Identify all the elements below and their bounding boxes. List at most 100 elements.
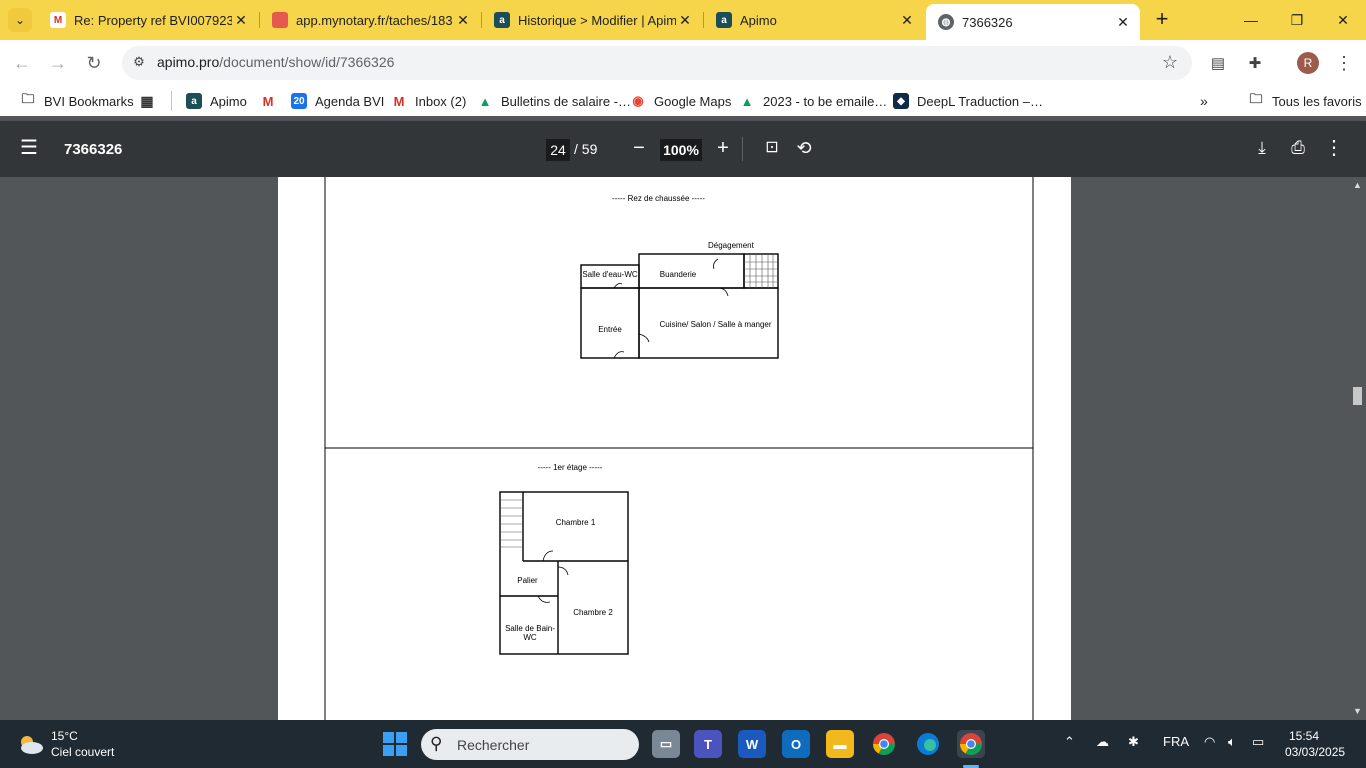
bookmark-bvi[interactable]: 🗀 BVI Bookmarks (20, 91, 133, 111)
close-icon[interactable]: ✕ (898, 12, 916, 29)
chrome-icon[interactable] (870, 730, 898, 758)
file-explorer-icon[interactable]: ▬ (826, 730, 854, 758)
download-icon: ⤓ (1258, 138, 1266, 157)
url-host: apimo.pro (157, 54, 220, 70)
profile-avatar[interactable]: R (1297, 52, 1319, 74)
room-label: Chambre 2 (573, 608, 613, 617)
menu-icon[interactable]: ☰ (20, 137, 44, 161)
bookmark-2023[interactable]: ▲ 2023 - to be emaile… (739, 91, 888, 111)
browser-toolbar: ← → ↻ ⚙ apimo.pro/document/show/id/73663… (0, 40, 1366, 86)
cloud-icon[interactable] (16, 732, 44, 756)
close-icon[interactable]: ✕ (676, 12, 694, 29)
bookmark-inbox[interactable]: M Inbox (2) (391, 91, 467, 111)
bookmark-maps[interactable]: ◉ Google Maps (630, 91, 731, 111)
tab-apimo[interactable]: a Apimo ✕ (704, 4, 924, 36)
weather-temperature[interactable]: 15°C (51, 729, 78, 743)
minimize-button[interactable]: — (1228, 0, 1274, 40)
floor-plan-drawing (324, 177, 1034, 720)
minus-icon: − (633, 137, 645, 159)
first-floor-title: ----- 1er étage ----- (537, 463, 603, 472)
taskbar-search[interactable]: ⚲ Rechercher (421, 729, 639, 760)
windows-start-icon[interactable] (383, 732, 407, 756)
pdf-more-button[interactable]: ⋮ (1322, 137, 1346, 161)
close-icon[interactable]: ✕ (232, 12, 250, 29)
tab-title: Apimo (740, 12, 777, 28)
chevron-up-icon[interactable]: ⌃ (1064, 734, 1075, 750)
close-icon[interactable]: ✕ (1114, 14, 1132, 31)
cast-icon[interactable]: ▤ (1207, 52, 1229, 74)
bookmark-gmail[interactable]: M (260, 91, 284, 111)
page-number-input[interactable]: 24 (546, 139, 570, 161)
wifi-icon[interactable]: ◠ (1204, 734, 1215, 750)
close-icon[interactable]: ✕ (454, 12, 472, 29)
tab-mynotary[interactable]: app.mynotary.fr/taches/183… ✕ (260, 4, 480, 36)
deepl-icon: ◆ (893, 93, 909, 109)
chevron-down-icon: ⌄ (14, 13, 26, 27)
onedrive-cloud-icon[interactable]: ☁ (1096, 734, 1109, 750)
notification-app-icon[interactable]: ✱ (1128, 734, 1139, 750)
tab-gmail-property[interactable]: M Re: Property ref BVI0079238 ✕ (38, 4, 258, 36)
bookmark-star-icon[interactable]: ☆ (1162, 52, 1178, 73)
room-label: Salle de Bain-WC (505, 624, 555, 642)
volume-icon[interactable]: 🔈︎ (1228, 734, 1236, 750)
bookmark-all-favorites[interactable]: 🗀 Tous les favoris (1248, 91, 1361, 111)
bookmarks-bar: 🗀 BVI Bookmarks ▦ a Apimo M 20 Agenda BV… (0, 86, 1366, 116)
room-label: Dégagement (708, 241, 754, 250)
clock-date[interactable]: 03/03/2025 (1285, 745, 1345, 759)
bookmark-agenda[interactable]: 20 Agenda BVI (291, 91, 384, 111)
fit-page-button[interactable]: ⊡ (760, 137, 784, 161)
window-close-button[interactable]: ✕ (1320, 0, 1366, 40)
scroll-up-icon[interactable]: ▲ (1352, 180, 1363, 190)
rotate-button[interactable]: ⟲ (792, 137, 816, 161)
kebab-menu-icon[interactable]: ⋮ (1333, 52, 1355, 74)
maximize-button[interactable]: ❐ (1274, 0, 1320, 40)
teams-icon[interactable]: T (694, 730, 722, 758)
chrome-profile-icon[interactable] (957, 730, 985, 758)
bookmark-apps[interactable]: ▦ (139, 91, 163, 111)
tab-title: Historique > Modifier | Apimo (518, 12, 676, 28)
apimo-icon: a (716, 12, 732, 28)
bookmark-apimo[interactable]: a Apimo (186, 91, 247, 111)
bookmark-divider (171, 91, 172, 111)
tab-search-button[interactable]: ⌄ (8, 8, 32, 32)
plus-icon: + (717, 137, 729, 159)
site-info-icon[interactable]: ⚙ (130, 54, 148, 72)
clock-time[interactable]: 15:54 (1289, 729, 1319, 743)
room-label: Palier (517, 576, 538, 585)
url-path: /document/show/id/7366326 (219, 54, 395, 70)
tab-apimo-historique[interactable]: a Historique > Modifier | Apimo ✕ (482, 4, 702, 36)
printer-icon: ⎙ (1291, 138, 1305, 157)
pdf-title: 7366326 (64, 141, 123, 158)
scrollbar-thumb[interactable] (1353, 387, 1362, 405)
bookmark-deepl[interactable]: ◆ DeepL Traduction –… (893, 91, 1043, 111)
back-button[interactable]: ← (9, 50, 35, 76)
download-button[interactable]: ⤓ (1250, 137, 1274, 161)
pdf-viewer[interactable]: ----- Rez de chaussée ----- Dégagement S… (0, 177, 1366, 720)
pdf-scrollbar[interactable]: ▲ ▼ (1349, 177, 1366, 720)
google-drive-icon: ▲ (740, 93, 754, 109)
tab-document-active[interactable]: ◍ 7366326 ✕ (926, 4, 1140, 40)
forward-button[interactable]: → (45, 50, 71, 76)
bookmark-bulletins[interactable]: ▲ Bulletins de salaire -… (477, 91, 632, 111)
zoom-level-input[interactable]: 100% (660, 139, 702, 161)
zoom-in-button[interactable]: + (711, 137, 735, 161)
word-icon[interactable]: W (738, 730, 766, 758)
fit-page-icon: ⊡ (765, 139, 779, 156)
zoom-out-button[interactable]: − (627, 137, 651, 161)
new-tab-button[interactable]: + (1150, 8, 1174, 32)
bookmark-label: Agenda BVI (315, 93, 385, 109)
outlook-icon[interactable]: O (782, 730, 810, 758)
reload-button[interactable]: ↻ (81, 50, 107, 76)
bookmarks-overflow-button[interactable]: » (1200, 91, 1208, 111)
language-indicator[interactable]: FRA (1163, 734, 1189, 749)
print-button[interactable]: ⎙ (1286, 137, 1310, 161)
address-bar[interactable]: ⚙ apimo.pro/document/show/id/7366326 ☆ (122, 46, 1192, 80)
scroll-down-icon[interactable]: ▼ (1352, 706, 1363, 716)
edge-icon[interactable] (914, 730, 942, 758)
weather-description[interactable]: Ciel couvert (51, 745, 114, 759)
battery-icon[interactable]: ▭ (1252, 734, 1264, 750)
extensions-icon[interactable]: ✚ (1244, 52, 1266, 74)
room-label: Buanderie (659, 270, 697, 279)
task-view-icon[interactable]: ▭ (652, 730, 680, 758)
tab-strip: ⌄ M Re: Property ref BVI0079238 ✕ app.my… (0, 0, 1366, 40)
